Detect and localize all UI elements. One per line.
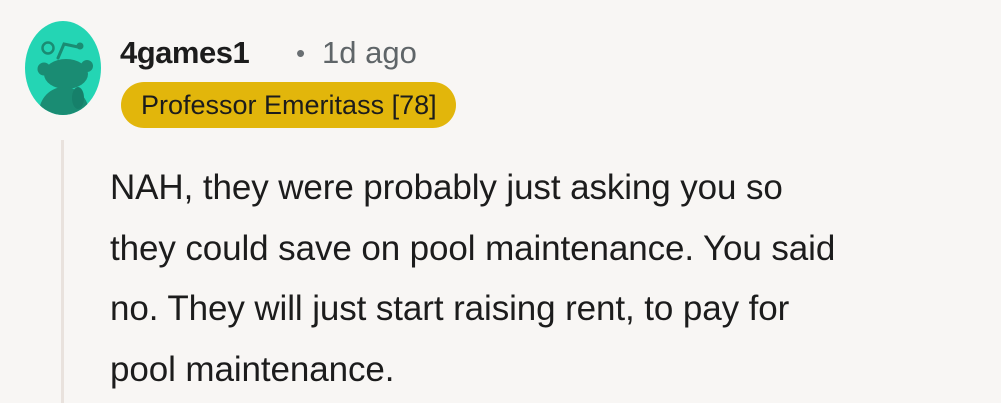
comment-body-line: they could save on pool maintenance. You…: [110, 228, 836, 268]
comment-body-line: NAH, they were probably just asking you …: [110, 168, 783, 207]
comment-body-line: no. They will just start raising rent, t…: [110, 289, 790, 328]
user-flair-badge: Professor Emeritass [78]: [121, 82, 456, 128]
thread-line[interactable]: [61, 140, 64, 403]
comment: 4games1 • 1d ago Professor Emeritass [78…: [0, 0, 1001, 403]
snoo-avatar-icon: [25, 21, 101, 115]
author-username[interactable]: 4games1: [120, 33, 250, 73]
comment-timestamp[interactable]: 1d ago: [322, 33, 417, 73]
comment-body-line: pool maintenance.: [110, 349, 395, 389]
meta-separator: •: [296, 38, 306, 68]
comment-body: NAH, they were probably just asking you …: [110, 158, 990, 400]
user-avatar[interactable]: [24, 20, 102, 116]
